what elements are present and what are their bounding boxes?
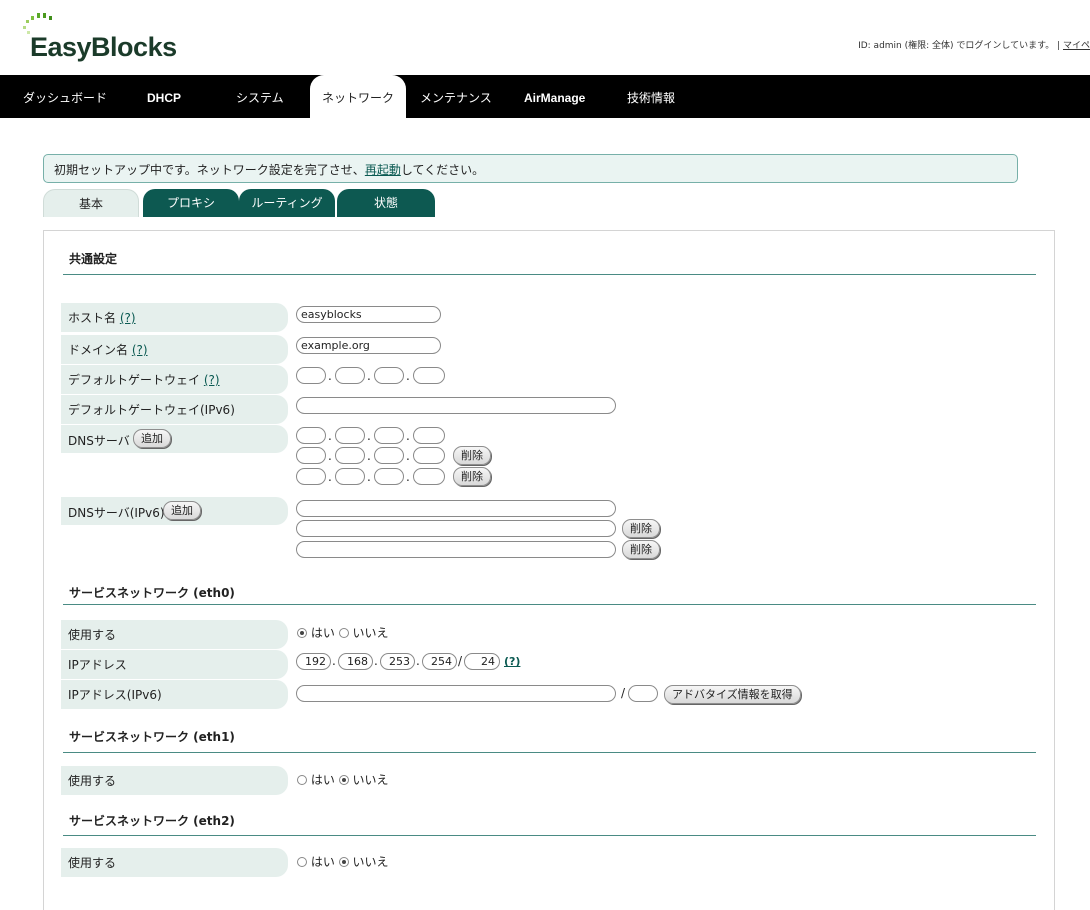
section-divider <box>63 835 1036 836</box>
dns3-octet-1[interactable] <box>296 468 326 485</box>
setup-notice: 初期セットアップ中です。ネットワーク設定を完了させ、再起動してください。 <box>43 154 1018 183</box>
dns6-3-delete-button[interactable]: 削除 <box>622 540 660 559</box>
tab-basic[interactable]: 基本 <box>43 189 139 217</box>
hostname-input[interactable]: easyblocks <box>296 306 441 323</box>
eth2-use-radios: はい いいえ <box>297 853 389 870</box>
nav-network[interactable]: ネットワーク <box>310 75 407 118</box>
dns2-delete-button[interactable]: 削除 <box>453 446 491 465</box>
dns6-input-1[interactable] <box>296 500 616 517</box>
eth0-use-radios: はい いいえ <box>297 624 389 641</box>
dns1-octet-4[interactable] <box>413 427 445 444</box>
section-title-common: 共通設定 <box>69 252 118 266</box>
fetch-advertise-button[interactable]: アドバタイズ情報を取得 <box>664 685 801 704</box>
dns3-octet-2[interactable] <box>335 468 365 485</box>
eth0-ip-octet-3[interactable]: 253 <box>380 653 415 670</box>
dns1-octet-1[interactable] <box>296 427 326 444</box>
mypage-link[interactable]: マイペ <box>1063 41 1090 51</box>
nav-tech-info[interactable]: 技術情報 <box>627 75 675 118</box>
dns2-octet-3[interactable] <box>374 447 404 464</box>
dns2-octet-1[interactable] <box>296 447 326 464</box>
nav-dashboard[interactable]: ダッシュボード <box>23 75 107 118</box>
eth0-yes-radio[interactable] <box>297 628 307 638</box>
domain-help-link[interactable]: (?) <box>132 343 148 357</box>
section-divider <box>63 604 1036 605</box>
login-status: ID: admin (権限: 全体) でログインしています。 | マイペ <box>858 38 1090 51</box>
section-title-eth0: サービスネットワーク (eth0) <box>69 586 235 600</box>
dns1-octet-2[interactable] <box>335 427 365 444</box>
notice-text: 初期セットアップ中です。ネットワーク設定を完了させ、 <box>54 163 365 177</box>
login-text: ID: admin (権限: 全体) でログインしています。 | <box>858 41 1063 51</box>
reboot-link[interactable]: 再起動 <box>365 163 401 177</box>
dns3-octet-3[interactable] <box>374 468 404 485</box>
gateway-octet-1[interactable] <box>296 367 326 384</box>
section-divider <box>63 274 1036 275</box>
dns6-input-3[interactable] <box>296 541 616 558</box>
tab-status[interactable]: 状態 <box>337 189 435 217</box>
eth0-ip-octet-4[interactable]: 254 <box>422 653 457 670</box>
eth0-prefix-input[interactable]: 24 <box>464 653 500 670</box>
main-nav: ダッシュボード DHCP システム ネットワーク メンテナンス AirManag… <box>0 75 1090 118</box>
eth2-use-label: 使用する <box>61 848 288 877</box>
eth1-no-radio[interactable] <box>338 775 349 785</box>
domain-input[interactable]: example.org <box>296 337 441 354</box>
notice-text-end: してください。 <box>400 163 485 177</box>
eth2-yes-radio[interactable] <box>297 857 307 867</box>
section-title-eth2: サービスネットワーク (eth2) <box>69 814 235 828</box>
dns-add-button[interactable]: 追加 <box>133 429 171 448</box>
easyblocks-logo: EasyBlocks <box>22 10 202 66</box>
eth0-ip-octet-1[interactable]: 192 <box>296 653 331 670</box>
eth0-use-label: 使用する <box>61 620 288 649</box>
nav-maintenance[interactable]: メンテナンス <box>420 75 492 118</box>
dns3-octet-4[interactable] <box>413 468 445 485</box>
dns6-input-2[interactable] <box>296 520 616 537</box>
settings-panel: 共通設定 ホスト名 (?) easyblocks ドメイン名 (?) examp… <box>43 230 1055 910</box>
gateway-octet-2[interactable] <box>335 367 365 384</box>
eth0-ip-label: IPアドレス <box>61 650 288 679</box>
nav-dhcp[interactable]: DHCP <box>147 75 181 118</box>
eth0-ip-help-link[interactable]: (?) <box>504 655 520 668</box>
dns-ipv6-add-button[interactable]: 追加 <box>163 501 201 520</box>
gateway-ipv6-label: デフォルトゲートウェイ(IPv6) <box>61 395 288 424</box>
tab-routing[interactable]: ルーティング <box>239 189 335 217</box>
dns3-delete-button[interactable]: 削除 <box>453 467 491 486</box>
section-title-eth1: サービスネットワーク (eth1) <box>69 730 235 744</box>
gateway-label: デフォルトゲートウェイ (?) <box>61 365 288 394</box>
dns1-octet-3[interactable] <box>374 427 404 444</box>
eth0-ipv6-input[interactable] <box>296 685 616 702</box>
gateway-octet-4[interactable] <box>413 367 445 384</box>
tab-proxy[interactable]: プロキシ <box>143 189 239 217</box>
eth1-use-radios: はい いいえ <box>297 771 389 788</box>
eth0-ip-octet-2[interactable]: 168 <box>338 653 373 670</box>
hostname-label: ホスト名 (?) <box>61 303 288 332</box>
nav-system[interactable]: システム <box>236 75 284 118</box>
eth0-ipv6-prefix-input[interactable] <box>628 685 658 702</box>
domain-label: ドメイン名 (?) <box>61 335 288 364</box>
brand-name: EasyBlocks <box>30 32 177 62</box>
gateway-ipv6-input[interactable] <box>296 397 616 414</box>
eth1-use-label: 使用する <box>61 766 288 795</box>
dns-label: DNSサーバ <box>61 425 288 453</box>
nav-airmanage[interactable]: AirManage <box>524 75 585 118</box>
dns6-2-delete-button[interactable]: 削除 <box>622 519 660 538</box>
eth2-no-radio[interactable] <box>338 857 349 867</box>
hostname-help-link[interactable]: (?) <box>120 311 136 325</box>
eth1-yes-radio[interactable] <box>297 775 307 785</box>
gateway-octet-3[interactable] <box>374 367 404 384</box>
gateway-help-link[interactable]: (?) <box>204 373 220 387</box>
section-divider <box>63 752 1036 753</box>
dns2-octet-4[interactable] <box>413 447 445 464</box>
eth0-no-radio[interactable] <box>338 628 349 638</box>
dns2-octet-2[interactable] <box>335 447 365 464</box>
eth0-ipv6-label: IPアドレス(IPv6) <box>61 680 288 709</box>
